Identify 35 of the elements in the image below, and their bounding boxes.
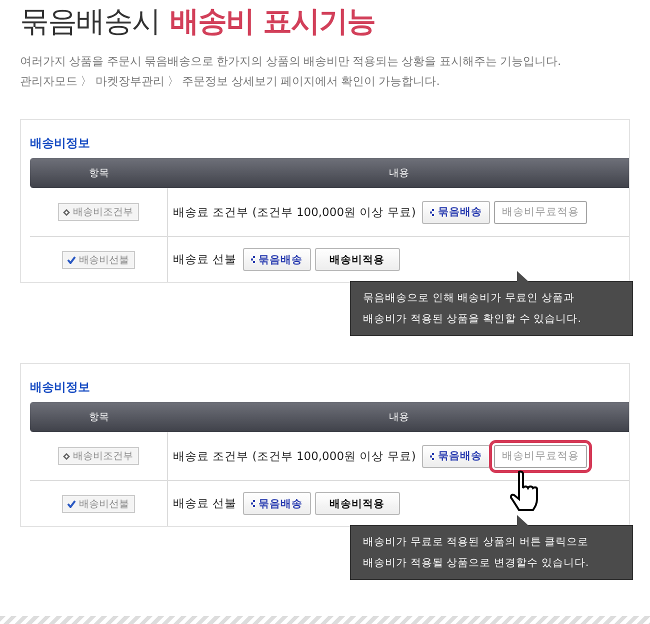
check-icon <box>67 500 76 508</box>
badge-label: 배송비조건부 <box>73 206 133 219</box>
shipping-text: 배송료 조건부 (조건부 100,000원 이상 무료) <box>173 448 416 464</box>
column-header: 내용 <box>388 411 410 424</box>
bundle-button[interactable]: 묶음배송 <box>422 200 490 224</box>
badge-label: 배송비조건부 <box>73 450 133 463</box>
column-header: 항목 <box>88 167 110 180</box>
diamond-icon <box>63 452 70 460</box>
chevron-icon <box>250 500 256 507</box>
apply-fee-button[interactable]: 배송비적용 <box>314 492 400 515</box>
panel-heading: 배송비정보 <box>30 379 91 396</box>
chevron-icon <box>430 452 435 460</box>
shipping-text: 배송료 조건부 (조건부 100,000원 이상 무료) <box>173 204 416 220</box>
chevron-icon <box>430 208 435 216</box>
chevron-icon <box>250 256 256 263</box>
tooltip-text: 배송비가 적용될 상품으로 변경할수 있습니다. <box>363 556 590 570</box>
diamond-icon <box>63 208 70 216</box>
panel-heading: 배송비정보 <box>30 135 91 152</box>
bundle-button[interactable]: 묶음배송 <box>242 248 311 271</box>
bundle-button[interactable]: 묶음배송 <box>242 492 311 515</box>
badge-label: 배송비선불 <box>79 254 129 266</box>
badge-label: 배송비선불 <box>79 498 129 510</box>
column-header: 항목 <box>88 411 110 424</box>
tooltip-text: 배송비가 적용된 상품을 확인할 수 있습니다. <box>363 312 582 326</box>
page-title: 묶음배송시 배송비 표시기능 <box>20 3 376 40</box>
shipping-text: 배송료 선불 <box>173 252 237 267</box>
tooltip-text: 묶음배송으로 인해 배송비가 무료인 상품과 <box>363 291 576 305</box>
description-text: 관리자모드 〉 마켓장부관리 〉 주문정보 상세보기 페이지에서 확인이 가능합니다. <box>20 74 440 89</box>
description-text: 여러가지 상품을 주문시 묶음배송으로 한가지의 상품의 배송비만 적용되는 상황을 표시해주는 기능입니다. <box>20 54 562 69</box>
check-icon <box>67 256 76 264</box>
apply-fee-button[interactable]: 배송비적용 <box>314 248 400 271</box>
column-header: 내용 <box>388 167 410 180</box>
tooltip-text: 배송비가 무료로 적용된 상품의 버튼 클릭으로 <box>363 535 590 549</box>
bundle-button[interactable]: 묶음배송 <box>422 444 490 468</box>
shipping-text: 배송료 선불 <box>173 496 237 511</box>
